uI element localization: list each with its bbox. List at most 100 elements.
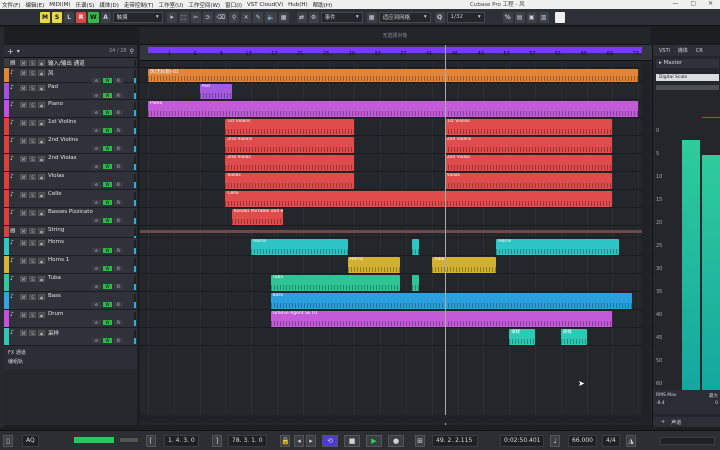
mute-button[interactable]: M: [20, 228, 27, 234]
edit-button[interactable]: e: [92, 320, 101, 325]
vertical-scrollbar[interactable]: [642, 61, 650, 425]
listen-mode-button[interactable]: L: [64, 11, 74, 23]
read-automation-button[interactable]: R: [114, 284, 123, 289]
stop-button[interactable]: ■: [344, 435, 360, 447]
color-tool-icon[interactable]: ▦: [278, 11, 289, 23]
read-automation-button[interactable]: R: [114, 93, 123, 98]
write-automation-button[interactable]: W: [103, 164, 112, 169]
write-automation-button[interactable]: W: [103, 128, 112, 133]
zoom-tool-icon[interactable]: ⚲: [229, 11, 240, 23]
edit-button[interactable]: e: [92, 200, 101, 205]
write-automation-button[interactable]: W: [103, 146, 112, 151]
solo-button[interactable]: S: [29, 120, 36, 126]
track-lane[interactable]: [140, 208, 652, 226]
read-automation-button[interactable]: R: [114, 200, 123, 205]
mute-button[interactable]: M: [20, 210, 27, 216]
monitor-button[interactable]: ◉: [38, 156, 45, 162]
digital-scale-select[interactable]: Digital Scale: [656, 74, 719, 81]
mute-button[interactable]: M: [20, 240, 27, 246]
monitor-button[interactable]: ◉: [38, 102, 45, 108]
event-clip[interactable]: Piano: [148, 101, 639, 117]
panel-toggle-icon[interactable]: [554, 11, 565, 23]
mute-button[interactable]: M: [20, 276, 27, 282]
write-automation-button[interactable]: W: [103, 110, 112, 115]
mute-button[interactable]: M: [20, 330, 27, 336]
write-automation-button[interactable]: W: [103, 93, 112, 98]
event-clip[interactable]: [412, 275, 419, 291]
mute-button[interactable]: M: [20, 70, 27, 76]
write-button[interactable]: W: [88, 11, 99, 23]
event-clip[interactable]: 1st Violins: [444, 119, 613, 135]
draw-tool-icon[interactable]: ✎: [253, 11, 264, 23]
tab-vsti[interactable]: VSTi: [659, 48, 670, 54]
mute-button[interactable]: M: [20, 294, 27, 300]
event-clip[interactable]: [412, 239, 419, 255]
solo-button[interactable]: S: [29, 60, 36, 66]
track-10[interactable]: ▤ M S ◉ String: [4, 226, 137, 242]
write-automation-button[interactable]: W: [103, 320, 112, 325]
snap-type-select[interactable]: 事件 ▾: [320, 11, 363, 23]
automation-button[interactable]: A: [100, 11, 111, 23]
read-automation-button[interactable]: R: [114, 302, 123, 307]
event-clip[interactable]: Groove Agent SE 01: [270, 311, 613, 327]
event-clip[interactable]: 2nd Violins: [225, 137, 355, 153]
edit-button[interactable]: e: [92, 284, 101, 289]
solo-button[interactable]: S: [29, 276, 36, 282]
tab-cr[interactable]: CR: [696, 48, 703, 54]
nudge-icon[interactable]: ⇄: [296, 11, 307, 23]
glue-tool-icon[interactable]: ⊃: [202, 11, 213, 23]
menu-media[interactable]: 媒体(D): [99, 1, 119, 9]
menu-transport[interactable]: 走带控制(T): [124, 1, 154, 9]
forward-icon[interactable]: ▸: [306, 435, 316, 447]
menu-edit[interactable]: 编辑(E): [25, 1, 44, 9]
solo-button[interactable]: S: [29, 240, 36, 246]
event-clip[interactable]: 采样: [560, 329, 587, 345]
pointer-tool-icon[interactable]: ➤: [166, 11, 177, 23]
track-lane[interactable]: [140, 61, 652, 68]
write-automation-button[interactable]: W: [103, 302, 112, 307]
split-tool-icon[interactable]: ✂: [190, 11, 201, 23]
meter-reset-button[interactable]: [656, 85, 719, 90]
solo-button[interactable]: S: [29, 228, 36, 234]
solo-button[interactable]: S: [29, 294, 36, 300]
quantize-icon[interactable]: Q: [434, 11, 445, 23]
snap-grid-icon[interactable]: ▦: [366, 11, 377, 23]
read-button[interactable]: R: [76, 11, 86, 23]
edit-button[interactable]: e: [92, 164, 101, 169]
record-button[interactable]: ●: [388, 435, 404, 447]
solo-button[interactable]: S: [29, 312, 36, 318]
window-controls[interactable]: — ▢ ✕: [672, 0, 718, 7]
track-8[interactable]: ♪ M S ◉ Cello e W R: [4, 190, 137, 208]
mute-button[interactable]: M: [20, 156, 27, 162]
primary-time-display[interactable]: 49. 2. 2.115: [432, 435, 478, 447]
menu-help[interactable]: 帮助(H): [313, 1, 332, 9]
menu-file[interactable]: 文件(F): [2, 1, 20, 9]
track-14[interactable]: ♪ M S ◉ Bass e W R: [4, 292, 137, 310]
event-clip[interactable]: Violas: [225, 173, 355, 189]
solo-button[interactable]: S: [29, 258, 36, 264]
workspace-icon[interactable]: ▥: [538, 11, 549, 23]
menu-studio[interactable]: 工作室(U): [159, 1, 184, 9]
event-clip[interactable]: 2nd Violins: [444, 137, 613, 153]
monitor-button[interactable]: ◉: [38, 228, 45, 234]
menu-score[interactable]: 乐谱(S): [76, 1, 95, 9]
track-12[interactable]: ♪ M S ◉ Horns 1 eWR: [4, 256, 137, 274]
event-clip[interactable]: 2nd Violas: [225, 155, 355, 171]
event-clip[interactable]: Tuba: [431, 257, 497, 273]
read-automation-button[interactable]: R: [114, 182, 123, 187]
right-locator[interactable]: 78. 3. 1. 0: [228, 435, 267, 447]
mute-button[interactable]: M: [20, 60, 27, 66]
menu-vst-cloud[interactable]: VST Cloud(V): [247, 2, 283, 8]
mute-button[interactable]: M: [20, 174, 27, 180]
event-clip[interactable]: Cello: [225, 191, 613, 207]
automation-mode-select[interactable]: 触摸 ▾: [112, 11, 163, 23]
track-list-menu-icon[interactable]: ▾: [17, 48, 20, 55]
read-automation-button[interactable]: R: [114, 218, 123, 223]
monitor-button[interactable]: ◉: [38, 138, 45, 144]
left-locator-icon[interactable]: ⌈: [146, 435, 156, 447]
event-clip[interactable]: Horns: [347, 257, 400, 273]
track-15[interactable]: ♪ M S ◉ Drum e W R: [4, 310, 137, 328]
solo-button[interactable]: S: [29, 174, 36, 180]
read-automation-button[interactable]: R: [114, 320, 123, 325]
track-6[interactable]: ♪ M S ◉ 2nd Violas e W R: [4, 154, 137, 172]
